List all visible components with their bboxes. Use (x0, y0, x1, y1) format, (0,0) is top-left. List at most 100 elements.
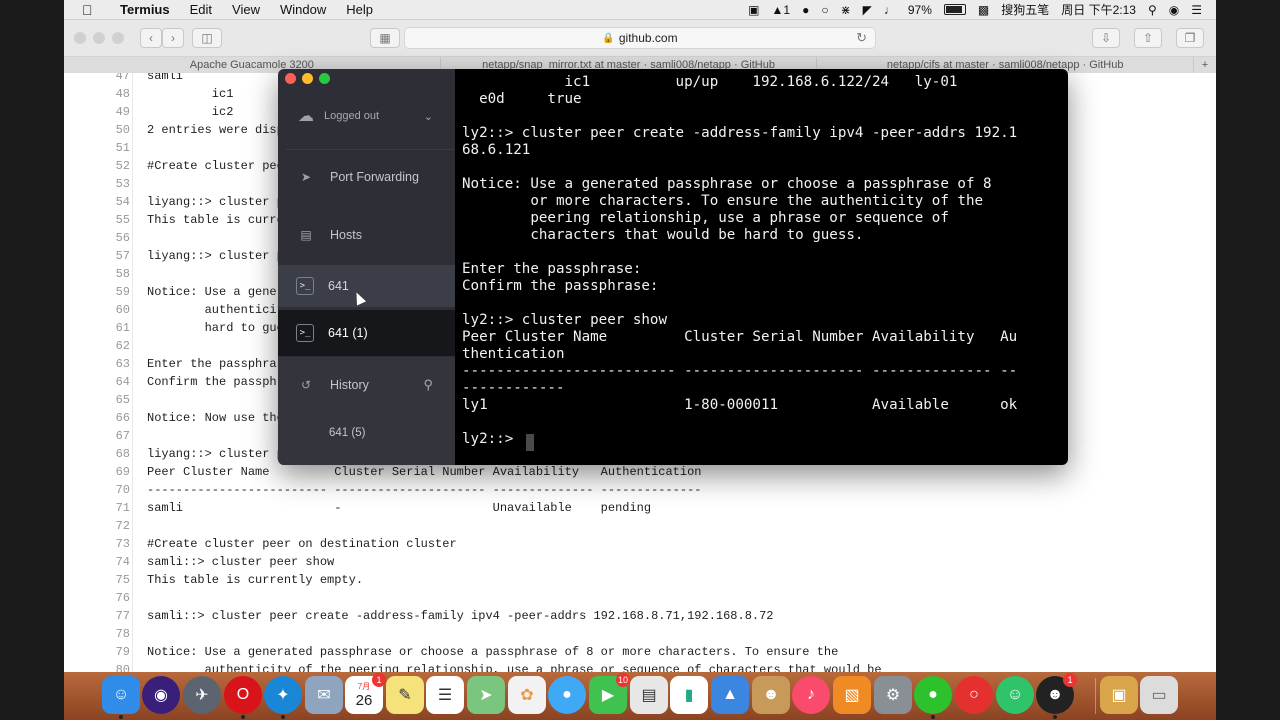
green-app-icon[interactable]: ☺ (996, 676, 1034, 714)
launchpad-icon[interactable]: ✈ (183, 676, 221, 714)
tab-overview-button[interactable]: ▦ (370, 28, 400, 48)
line-number[interactable]: 47 (64, 73, 147, 85)
numbers-icon[interactable]: ▮ (670, 676, 708, 714)
line-number[interactable]: 52 (64, 157, 147, 175)
line-number[interactable]: 72 (64, 517, 147, 535)
opera-icon[interactable]: O (224, 676, 262, 719)
line-number[interactable]: 57 (64, 247, 147, 265)
photos-icon[interactable]: ✿ (508, 676, 546, 714)
line-number[interactable]: 64 (64, 373, 147, 391)
browser-minimize-button[interactable] (93, 32, 105, 44)
line-number[interactable]: 54 (64, 193, 147, 211)
messages-icon[interactable]: ● (548, 676, 586, 714)
maps-icon[interactable]: ➤ (467, 676, 505, 714)
line-number[interactable]: 56 (64, 229, 147, 247)
siri-icon[interactable]: ◉ (1169, 4, 1179, 16)
line-number[interactable]: 65 (64, 391, 147, 409)
reminders-icon[interactable]: ☰ (426, 676, 464, 714)
line-number[interactable]: 63 (64, 355, 147, 373)
new-tab-button[interactable]: + (1194, 57, 1216, 73)
line-number[interactable]: 75 (64, 571, 147, 589)
line-number[interactable]: 79 (64, 643, 147, 661)
history-header[interactable]: ↺ History ⚲ (278, 372, 455, 398)
input-method-name[interactable]: 搜狗五笔 (1001, 1, 1049, 18)
line-number[interactable]: 67 (64, 427, 147, 445)
menu-view[interactable]: View (232, 2, 260, 17)
session-641[interactable]: >_ 641 (278, 265, 455, 307)
wechat-icon[interactable]: ● (802, 4, 809, 16)
line-number[interactable]: 74 (64, 553, 147, 571)
address-bar[interactable]: 🔒 github.com ↻ (404, 27, 876, 49)
back-button[interactable]: ‹ (140, 28, 162, 48)
volume-icon[interactable]: ♩ (884, 4, 896, 16)
preview-icon[interactable]: ▤ (630, 676, 668, 714)
line-number[interactable]: 76 (64, 589, 147, 607)
music-icon[interactable]: ♪ (792, 676, 830, 714)
spotlight-search-icon[interactable]: ⚲ (1148, 4, 1157, 16)
new-tab-overview-button[interactable]: ❐ (1176, 28, 1204, 48)
line-number[interactable]: 77 (64, 607, 147, 625)
facetime-icon[interactable]: ▶ 10 (589, 673, 630, 714)
qq-icon[interactable]: ☻ 1 (1036, 673, 1077, 719)
session-641-1[interactable]: >_ 641 (1) (278, 310, 455, 356)
battery-icon[interactable] (943, 4, 966, 15)
notes-icon[interactable]: ✎ (386, 676, 424, 714)
line-number[interactable]: 70 (64, 481, 147, 499)
safari-icon[interactable]: ✦ (264, 676, 302, 719)
notification-bell-icon[interactable]: ▲1 (771, 4, 790, 16)
line-number[interactable]: 69 (64, 463, 147, 481)
nav-port-forwarding[interactable]: ➤ Port Forwarding (278, 166, 455, 188)
line-number[interactable]: 59 (64, 283, 147, 301)
menu-app-termius[interactable]: Termius (120, 2, 170, 17)
menu-edit[interactable]: Edit (190, 2, 212, 17)
line-number[interactable]: 53 (64, 175, 147, 193)
line-number[interactable]: 58 (64, 265, 147, 283)
contacts-icon[interactable]: ☻ (752, 676, 790, 714)
menubar-clock[interactable]: 周日 下午2:13 (1061, 1, 1136, 18)
finder-icon[interactable]: ☺ (102, 676, 140, 719)
forward-button[interactable]: › (162, 28, 184, 48)
books-icon[interactable]: ▧ (833, 676, 871, 714)
wechat-dock-icon[interactable]: ● (914, 676, 952, 719)
chat-app-icon[interactable]: ○ (955, 676, 993, 714)
downloads-stack-icon[interactable]: ▣ (1100, 676, 1138, 714)
browser-close-button[interactable] (74, 32, 86, 44)
line-number[interactable]: 60 (64, 301, 147, 319)
browser-zoom-button[interactable] (112, 32, 124, 44)
search-icon[interactable]: ⚲ (423, 377, 433, 393)
apple-menu-icon[interactable]:  (82, 2, 98, 18)
line-number[interactable]: 73 (64, 535, 147, 553)
siri-icon[interactable]: ◉ (142, 676, 180, 714)
line-number[interactable]: 50 (64, 121, 147, 139)
terminal-pane[interactable]: ic1 up/up 192.168.6.122/24 ly-01 e0d tru… (455, 69, 1068, 465)
line-number[interactable]: 61 (64, 319, 147, 337)
trash-icon[interactable]: ▭ (1140, 676, 1178, 714)
wifi-icon[interactable]: ◤ (863, 4, 872, 16)
share-button[interactable]: ⇧ (1134, 28, 1162, 48)
line-number[interactable]: 62 (64, 337, 147, 355)
screen-record-icon[interactable]: ▣ (748, 4, 759, 16)
line-number[interactable]: 68 (64, 445, 147, 463)
termius-minimize-button[interactable] (302, 73, 313, 84)
line-number[interactable]: 48 (64, 85, 147, 103)
battery-percent[interactable]: 97% (908, 3, 932, 17)
downloads-button[interactable]: ⇩ (1092, 28, 1120, 48)
input-method-icon[interactable]: ▩ (978, 4, 989, 16)
line-number[interactable]: 80 (64, 661, 147, 672)
sidebar-toggle-button[interactable]: ◫ (192, 28, 222, 48)
termius-zoom-button[interactable] (319, 73, 330, 84)
line-number[interactable]: 66 (64, 409, 147, 427)
keynote-icon[interactable]: ▲ (711, 676, 749, 714)
termius-close-button[interactable] (285, 73, 296, 84)
history-item[interactable]: 641 (5) (278, 421, 455, 445)
notification-center-icon[interactable]: ☰ (1191, 4, 1202, 16)
calendar-icon[interactable]: 7月 26 1 (345, 673, 386, 714)
line-number[interactable]: 78 (64, 625, 147, 643)
mail-stamp-icon[interactable]: ✉ (305, 676, 343, 714)
reload-icon[interactable]: ↻ (856, 30, 867, 46)
system-preferences-icon[interactable]: ⚙ (874, 676, 912, 714)
line-number[interactable]: 55 (64, 211, 147, 229)
chat-bubble-icon[interactable]: ○ (821, 4, 828, 16)
line-number[interactable]: 49 (64, 103, 147, 121)
line-number[interactable]: 51 (64, 139, 147, 157)
